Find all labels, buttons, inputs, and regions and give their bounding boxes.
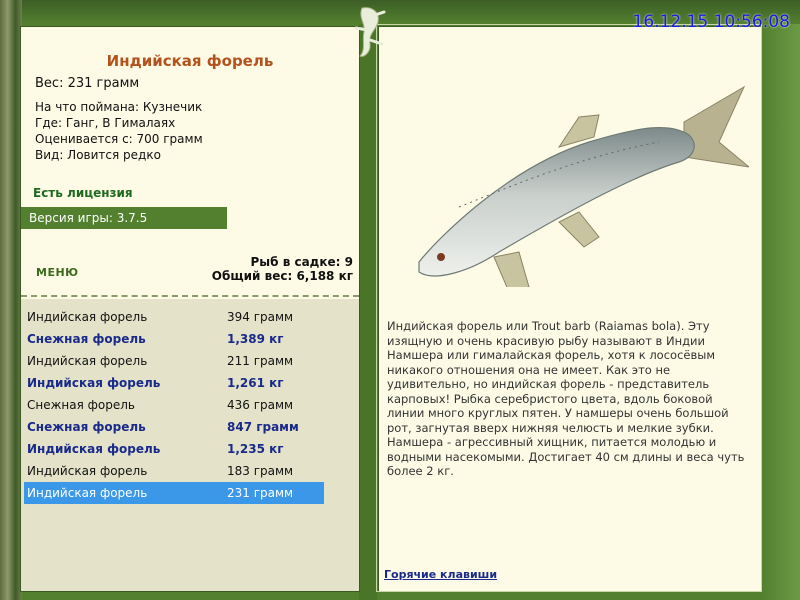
fish-location: Где: Ганг, В Гималаях xyxy=(35,116,176,130)
catch-list-row[interactable]: Индийская форель 1,235 кг xyxy=(24,438,324,460)
catch-fish-name: Индийская форель xyxy=(27,464,148,478)
catch-list-row[interactable]: Индийская форель 211 грамм xyxy=(24,350,324,372)
catch-fish-weight: 436 грамм xyxy=(227,398,294,412)
fish-count: Рыб в садке: 9 xyxy=(250,255,354,269)
lizard-icon xyxy=(354,7,386,57)
frame-foliage-left xyxy=(0,0,22,600)
fish-weight: Вес: 231 грамм xyxy=(35,76,140,91)
catch-list-row[interactable]: Индийская форель 231 грамм xyxy=(24,482,324,504)
license-status: Есть лицензия xyxy=(33,186,133,200)
catch-fish-weight: 1,389 кг xyxy=(227,332,284,346)
fish-info-panel: Индийская форель Вес: 231 грамм На что п… xyxy=(20,26,360,592)
game-version: Версия игры: 3.7.5 xyxy=(21,207,227,229)
trout-fish-image xyxy=(418,85,749,287)
catch-list-row[interactable]: Снежная форель 1,389 кг xyxy=(24,328,324,350)
hotkeys-link[interactable]: Горячие клавиши xyxy=(384,568,497,581)
fish-description: Индийская форель или Trout barb (Raiamas… xyxy=(387,319,745,478)
catch-fish-weight: 183 грамм xyxy=(227,464,294,478)
catch-list: Индийская форель 394 грамм Снежная форель 1… xyxy=(24,306,324,504)
catch-fish-weight: 1,261 кг xyxy=(227,376,284,390)
catch-list-row[interactable]: Индийская форель 183 грамм xyxy=(24,460,324,482)
total-weight: Общий вес: 6,188 кг xyxy=(211,269,353,283)
divider xyxy=(21,295,359,297)
catch-fish-name: Снежная форель xyxy=(27,420,146,434)
datetime-display: 16.12.15 10:56:08 xyxy=(632,12,790,32)
catch-fish-weight: 847 грамм xyxy=(227,420,299,434)
catch-list-row[interactable]: Снежная форель 436 грамм xyxy=(24,394,324,416)
catch-stats: Рыб в садке: 9 Общий вес: 6,188 кг xyxy=(212,255,353,283)
catch-fish-name: Индийская форель xyxy=(27,442,161,456)
fish-value: Оценивается с: 700 грамм xyxy=(35,132,203,146)
fish-details: На что поймана: Кузнечик Где: Ганг, В Ги… xyxy=(35,99,203,163)
frame-right xyxy=(762,24,800,600)
fish-description-panel: Индийская форель или Trout barb (Raiamas… xyxy=(378,26,762,592)
frame-divider xyxy=(359,24,377,600)
fish-rarity: Вид: Ловится редко xyxy=(35,148,161,162)
fish-title: Индийская форель xyxy=(106,52,274,70)
catch-fish-name: Снежная форель xyxy=(27,398,135,412)
catch-fish-name: Индийская форель xyxy=(27,310,148,324)
catch-fish-name: Индийская форель xyxy=(27,354,148,368)
catch-fish-weight: 394 грамм xyxy=(227,310,294,324)
catch-fish-name: Индийская форель xyxy=(27,376,161,390)
menu-button[interactable]: МЕНЮ xyxy=(36,266,79,279)
catch-fish-weight: 211 грамм xyxy=(227,354,294,368)
catch-list-row[interactable]: Снежная форель 847 грамм xyxy=(24,416,324,438)
catch-fish-weight: 231 грамм xyxy=(227,486,294,500)
catch-fish-name: Индийская форель xyxy=(27,486,148,500)
fish-bait: На что поймана: Кузнечик xyxy=(35,100,203,114)
catch-fish-name: Снежная форель xyxy=(27,332,146,346)
catch-list-row[interactable]: Индийская форель 1,261 кг xyxy=(24,372,324,394)
catch-list-row[interactable]: Индийская форель 394 грамм xyxy=(24,306,324,328)
catch-fish-weight: 1,235 кг xyxy=(227,442,284,456)
